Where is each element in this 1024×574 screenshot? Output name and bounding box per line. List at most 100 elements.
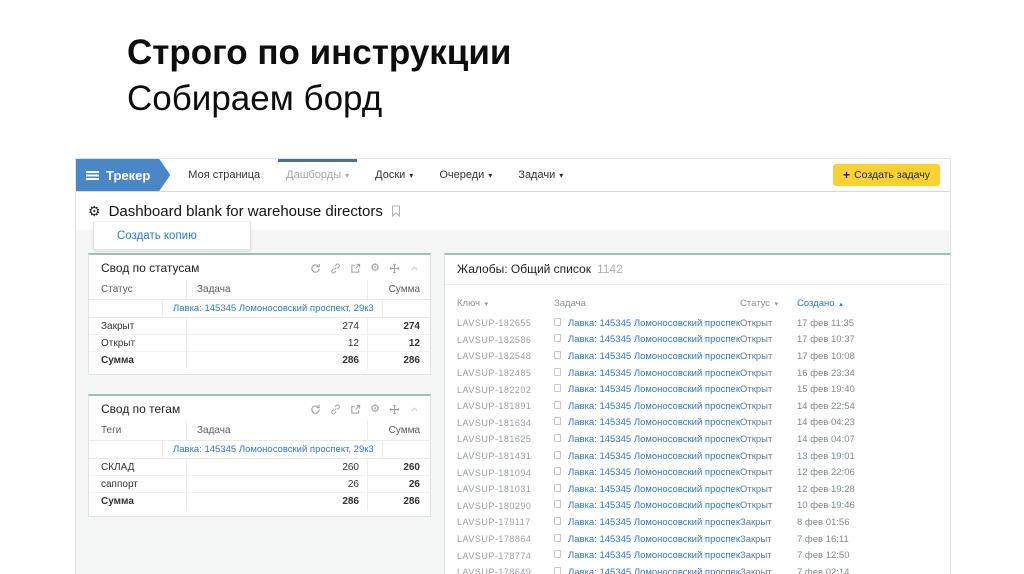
issue-task-link[interactable]: Лавка: 145345 Ломоносовский проспект, 29… xyxy=(568,417,740,428)
issues-column-headers: Ключ ▾ Задача Статус ▾ Создано ▴ xyxy=(445,298,950,309)
filter-link[interactable]: Лавка: 145345 Ломоносовский проспект, 29… xyxy=(173,303,374,314)
issue-task-link[interactable]: Лавка: 145345 Ломоносовский проспект, 29… xyxy=(568,351,740,362)
issue-task-link[interactable]: Лавка: 145345 Ломоносовский проспект, 29… xyxy=(568,318,740,329)
issue-created: 13 фев 19:01 xyxy=(797,450,855,462)
issue-status: Закрыт xyxy=(740,566,772,574)
column-header-key[interactable]: Ключ ▾ xyxy=(457,298,554,309)
issue-task-link[interactable]: Лавка: 145345 Ломоносовский проспект, 29… xyxy=(568,401,740,412)
issue-row: LAVSUP-181891 Лавка: 145345 Ломоносовски… xyxy=(445,398,950,415)
bookmark-icon[interactable] xyxy=(554,516,561,525)
gear-icon[interactable]: ⚙ xyxy=(88,204,101,218)
column-header: Задача xyxy=(187,421,368,440)
link-icon[interactable] xyxy=(330,404,341,415)
refresh-icon[interactable] xyxy=(310,263,321,274)
issue-key[interactable]: LAVSUP-181431 xyxy=(457,451,554,461)
bookmark-icon[interactable] xyxy=(554,350,561,359)
bookmark-cell xyxy=(554,467,568,478)
issue-key[interactable]: LAVSUP-181891 xyxy=(457,401,554,411)
nav-item-issues[interactable]: Задачи ▾ xyxy=(518,159,563,191)
bookmark-icon[interactable] xyxy=(554,317,561,326)
issue-row: LAVSUP-181431 Лавка: 145345 Ломоносовски… xyxy=(445,448,950,465)
issue-task-link[interactable]: Лавка: 145345 Ломоносовский проспект, 29… xyxy=(568,334,740,345)
bookmark-icon[interactable] xyxy=(554,384,561,393)
issue-key[interactable]: LAVSUP-181634 xyxy=(457,418,554,428)
nav-item-queues[interactable]: Очереди ▾ xyxy=(439,159,492,191)
move-icon[interactable] xyxy=(389,404,400,415)
issue-key[interactable]: LAVSUP-181031 xyxy=(457,484,554,494)
bookmark-icon[interactable] xyxy=(391,205,401,217)
issue-task-link[interactable]: Лавка: 145345 Ломоносовский проспект, 29… xyxy=(568,567,740,574)
task-count: 26 xyxy=(187,476,368,492)
issue-key[interactable]: LAVSUP-180290 xyxy=(457,501,554,511)
issue-key[interactable]: LAVSUP-178774 xyxy=(457,551,554,561)
nav-item-boards[interactable]: Доски ▾ xyxy=(375,159,413,191)
bookmark-icon[interactable] xyxy=(554,533,561,542)
issue-key[interactable]: LAVSUP-182548 xyxy=(457,351,554,361)
open-in-new-icon[interactable] xyxy=(350,263,361,274)
row-label: Закрыт xyxy=(89,318,187,334)
issue-row: LAVSUP-182202 Лавка: 145345 Ломоносовски… xyxy=(445,381,950,398)
issue-key[interactable]: LAVSUP-182202 xyxy=(457,385,554,395)
bookmark-icon[interactable] xyxy=(554,334,561,343)
move-icon[interactable] xyxy=(389,263,400,274)
filter-link[interactable]: Лавка: 145345 Ломоносовский проспект, 29… xyxy=(173,444,374,455)
bookmark-icon[interactable] xyxy=(554,433,561,442)
table-row: СКЛАД 260 260 xyxy=(89,459,430,476)
nav-item-label: Доски xyxy=(375,169,406,181)
issue-task-link[interactable]: Лавка: 145345 Ломоносовский проспект, 29… xyxy=(568,484,740,495)
nav-item-my-page[interactable]: Моя страница xyxy=(188,159,260,191)
issue-key[interactable]: LAVSUP-182586 xyxy=(457,335,554,345)
column-header-created[interactable]: Создано ▴ xyxy=(797,298,950,309)
widget-title: Свод по тегам xyxy=(101,402,181,416)
bookmark-icon[interactable] xyxy=(554,550,561,559)
issue-key[interactable]: LAVSUP-181094 xyxy=(457,468,554,478)
row-label: Открыт xyxy=(89,335,187,351)
issue-task-link[interactable]: Лавка: 145345 Ломоносовский проспект, 29… xyxy=(568,451,740,462)
sort-down-icon: ▾ xyxy=(774,301,779,308)
create-issue-button[interactable]: + Создать задачу xyxy=(833,164,940,186)
tracker-logo-label: Трекер xyxy=(106,167,151,183)
open-in-new-icon[interactable] xyxy=(350,404,361,415)
menu-item-create-copy[interactable]: Создать копию xyxy=(117,230,197,242)
bookmark-icon[interactable] xyxy=(554,467,561,476)
issue-task-link[interactable]: Лавка: 145345 Ломоносовский проспект, 29… xyxy=(568,368,740,379)
issue-status: Открыт xyxy=(740,317,773,329)
issue-key[interactable]: LAVSUP-178864 xyxy=(457,534,554,544)
issue-key[interactable]: LAVSUP-181625 xyxy=(457,434,554,444)
collapse-icon[interactable] xyxy=(409,404,420,415)
issue-row: LAVSUP-178774 Лавка: 145345 Ломоносовски… xyxy=(445,547,950,564)
row-label: саппорт xyxy=(89,476,187,492)
issue-key[interactable]: LAVSUP-182655 xyxy=(457,318,554,328)
issue-key[interactable]: LAVSUP-182485 xyxy=(457,368,554,378)
refresh-icon[interactable] xyxy=(310,404,321,415)
widget-toolbar: ⚙ xyxy=(310,403,420,415)
widget-gear-icon[interactable]: ⚙ xyxy=(370,262,380,274)
issue-task-link[interactable]: Лавка: 145345 Ломоносовский проспект, 29… xyxy=(568,550,740,561)
bookmark-icon[interactable] xyxy=(554,483,561,492)
column-header-status[interactable]: Статус ▾ xyxy=(740,298,797,309)
issue-task-link[interactable]: Лавка: 145345 Ломоносовский проспект, 29… xyxy=(568,434,740,445)
bookmark-icon[interactable] xyxy=(554,566,561,574)
issue-task-link[interactable]: Лавка: 145345 Ломоносовский проспект, 29… xyxy=(568,500,740,511)
collapse-icon[interactable] xyxy=(409,263,420,274)
issue-row: LAVSUP-178864 Лавка: 145345 Ломоносовски… xyxy=(445,531,950,548)
issue-status: Открыт xyxy=(740,433,773,445)
bookmark-icon[interactable] xyxy=(554,367,561,376)
bookmark-icon[interactable] xyxy=(554,417,561,426)
issue-key[interactable]: LAVSUP-178649 xyxy=(457,567,554,574)
issue-task-link[interactable]: Лавка: 145345 Ломоносовский проспект, 29… xyxy=(568,517,740,528)
bookmark-icon[interactable] xyxy=(554,450,561,459)
hamburger-menu-icon[interactable] xyxy=(86,171,99,180)
issue-key[interactable]: LAVSUP-179117 xyxy=(457,517,554,527)
nav-item-dashboards[interactable]: Дашборды ▾ xyxy=(278,159,358,191)
issue-task-link[interactable]: Лавка: 145345 Ломоносовский проспект, 29… xyxy=(568,467,740,478)
bookmark-icon[interactable] xyxy=(554,400,561,409)
table-row: Сумма 286 286 xyxy=(89,352,430,369)
issue-task-link[interactable]: Лавка: 145345 Ломоносовский проспект, 29… xyxy=(568,534,740,545)
bookmark-icon[interactable] xyxy=(554,500,561,509)
widget-gear-icon[interactable]: ⚙ xyxy=(370,403,380,415)
link-icon[interactable] xyxy=(330,263,341,274)
task-count: 12 xyxy=(187,335,368,351)
tracker-logo[interactable]: Трекер xyxy=(76,159,170,191)
issue-task-link[interactable]: Лавка: 145345 Ломоносовский проспект, 29… xyxy=(568,384,740,395)
